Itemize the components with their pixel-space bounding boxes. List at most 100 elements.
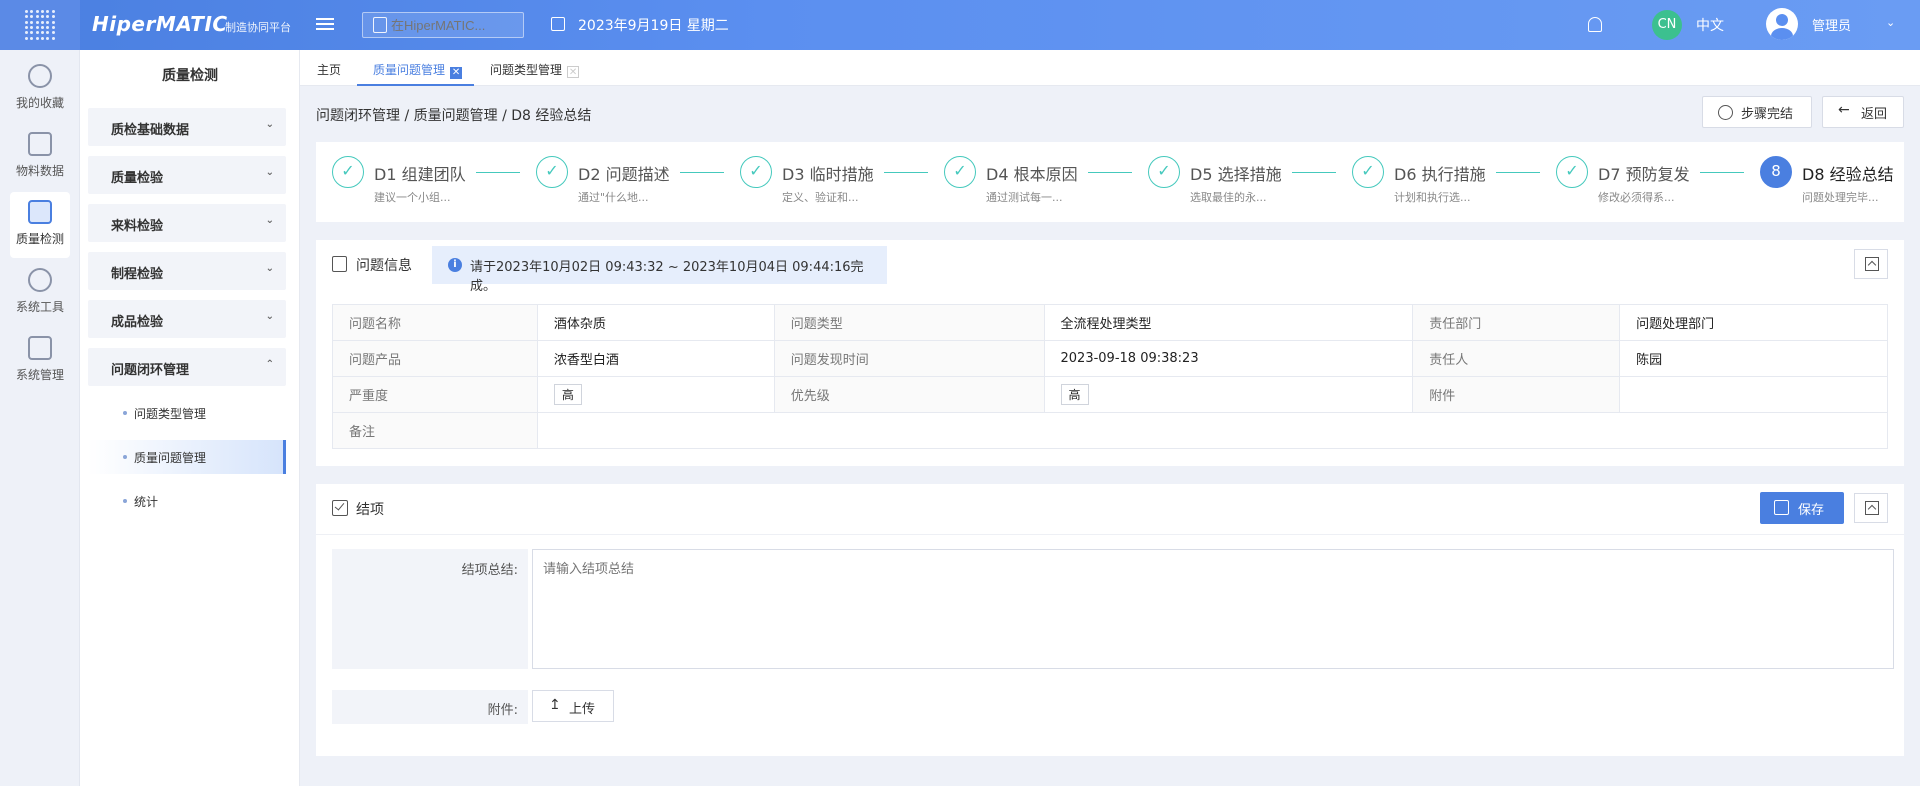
upload-button[interactable]: ↥ 上传	[532, 690, 614, 722]
step-complete-button[interactable]: 步骤完结	[1702, 96, 1812, 128]
sidebar: 质量检测 质检基础数据 ⌄ 质量检验 ⌄ 来料检验 ⌄ 制程检验 ⌄ 成品检验 ⌄ 问题闭…	[80, 50, 300, 786]
step-connector	[1700, 172, 1744, 173]
field-value	[536, 412, 1889, 449]
sidebar-group-process-inspection[interactable]: 制程检验 ⌄	[88, 252, 286, 290]
document-icon	[332, 256, 347, 272]
app-grid-icon[interactable]	[0, 0, 80, 50]
table-row: 备注	[332, 412, 1889, 449]
sidebar-group-issue-loop[interactable]: 问题闭环管理 ⌃	[88, 348, 286, 386]
save-button[interactable]: 保存	[1760, 492, 1844, 524]
table-row: 问题产品 浓香型白酒 问题发现时间 2023-09-18 09:38:23 责任…	[332, 340, 1888, 377]
chevron-up-icon	[1865, 501, 1879, 515]
field-label: 责任人	[1412, 340, 1621, 377]
closing-title: 结项	[356, 502, 384, 518]
language-badge[interactable]: CN	[1652, 10, 1682, 40]
field-value: 陈园	[1619, 340, 1888, 377]
summary-label: 结项总结:	[332, 549, 528, 669]
field-value: 全流程处理类型	[1043, 304, 1414, 341]
check-icon: ✓	[944, 156, 976, 188]
sidebar-group-product-inspection[interactable]: 成品检验 ⌄	[88, 300, 286, 338]
tab-home[interactable]: 主页	[317, 50, 341, 86]
back-button[interactable]: ← 返回	[1822, 96, 1904, 128]
field-label: 附件	[1412, 376, 1621, 413]
problem-info-title: 问题信息	[356, 258, 412, 274]
step-d1[interactable]: ✓ D1 组建团队 建议一个小组...	[332, 156, 532, 211]
collapse-button[interactable]	[1854, 249, 1888, 279]
check-icon: ✓	[1148, 156, 1180, 188]
step-d3[interactable]: ✓ D3 临时措施 定义、验证和...	[740, 156, 940, 211]
check-icon: ✓	[1352, 156, 1384, 188]
cube-icon	[28, 132, 52, 156]
priority-tag: 高	[1060, 384, 1089, 405]
steps-bar: ✓ D1 组建团队 建议一个小组... ✓ D2 问题描述 通过"什么地... …	[316, 142, 1904, 222]
field-value: 酒体杂质	[536, 304, 775, 341]
field-value: 2023-09-18 09:38:23	[1043, 340, 1414, 377]
rail-item-system-tools[interactable]: 系统工具	[10, 260, 70, 326]
chevron-up-icon	[1865, 257, 1879, 271]
network-icon	[28, 268, 52, 292]
chevron-down-icon: ⌄	[265, 167, 274, 178]
checkbox-icon	[332, 500, 348, 516]
field-label: 严重度	[332, 376, 538, 413]
icon-rail: 我的收藏 物料数据 质量检测 系统工具 系统管理	[0, 50, 80, 786]
field-value: 浓香型白酒	[536, 340, 775, 377]
user-name[interactable]: 管理员	[1812, 15, 1851, 34]
chevron-up-icon: ⌃	[265, 359, 274, 370]
chevron-down-icon[interactable]: ⌄	[1886, 16, 1895, 29]
sidebar-group-quality-inspection[interactable]: 质量检验 ⌄	[88, 156, 286, 194]
current-date: 2023年9月19日 星期二	[578, 18, 729, 34]
step-connector	[680, 172, 724, 173]
sidebar-item-issue-type[interactable]: 问题类型管理	[88, 396, 286, 430]
avatar[interactable]	[1766, 8, 1798, 40]
rail-item-favorites[interactable]: 我的收藏	[10, 56, 70, 122]
field-label: 备注	[332, 412, 538, 449]
step-d6[interactable]: ✓ D6 执行措施 计划和执行选...	[1352, 156, 1552, 211]
step-d8[interactable]: 8 D8 经验总结 问题处理完毕...	[1760, 156, 1900, 211]
sidebar-group-incoming-inspection[interactable]: 来料检验 ⌄	[88, 204, 286, 242]
star-icon	[28, 64, 52, 88]
menu-toggle-icon[interactable]	[316, 15, 334, 33]
play-circle-icon	[1718, 105, 1733, 120]
sidebar-group-qc-base-data[interactable]: 质检基础数据 ⌄	[88, 108, 286, 146]
step-d5[interactable]: ✓ D5 选择措施 选取最佳的永...	[1148, 156, 1348, 211]
step-d7[interactable]: ✓ D7 预防复发 修改必须得系...	[1556, 156, 1756, 211]
step-d4[interactable]: ✓ D4 根本原因 通过测试每一...	[944, 156, 1144, 211]
rail-item-quality-inspection[interactable]: 质量检测	[10, 192, 70, 258]
collapse-button[interactable]	[1854, 493, 1888, 523]
calendar-icon	[551, 17, 565, 31]
check-icon: ✓	[332, 156, 364, 188]
arrow-left-icon: ←	[1838, 102, 1850, 118]
table-row: 问题名称 酒体杂质 问题类型 全流程处理类型 责任部门 问题处理部门	[332, 304, 1888, 341]
check-icon: ✓	[1556, 156, 1588, 188]
brand-subtitle: 制造协同平台	[225, 21, 291, 34]
rail-item-material-data[interactable]: 物料数据	[10, 124, 70, 190]
rail-item-system-management[interactable]: 系统管理	[10, 328, 70, 394]
field-label: 问题名称	[332, 304, 538, 341]
search-input[interactable]	[362, 12, 524, 38]
shield-check-icon	[28, 200, 52, 224]
sidebar-item-statistics[interactable]: 统计	[88, 484, 286, 518]
brand-logo: HiperMATIC	[92, 12, 228, 36]
check-icon: ✓	[740, 156, 772, 188]
field-label: 优先级	[773, 376, 1045, 413]
tab-issue-type[interactable]: 问题类型管理 ✕	[490, 50, 580, 86]
step-number: 8	[1760, 156, 1792, 188]
step-connector	[1292, 172, 1336, 173]
tab-quality-issue[interactable]: 质量问题管理 ✕	[357, 50, 475, 86]
summary-textarea[interactable]	[532, 549, 1894, 669]
step-d2[interactable]: ✓ D2 问题描述 通过"什么地...	[536, 156, 736, 211]
step-connector	[884, 172, 928, 173]
field-value: 问题处理部门	[1619, 304, 1888, 341]
attachment-label: 附件:	[332, 690, 528, 724]
severity-tag: 高	[553, 384, 582, 405]
table-row: 严重度 高 优先级 高 附件	[332, 376, 1888, 413]
bell-icon[interactable]	[1588, 17, 1602, 32]
language-label[interactable]: 中文	[1696, 15, 1724, 35]
deadline-notice: i 请于2023年10月02日 09:43:32 ~ 2023年10月04日 0…	[432, 246, 887, 294]
sidebar-title: 质量检测	[162, 68, 218, 84]
sidebar-item-quality-issue[interactable]: 质量问题管理	[88, 440, 286, 474]
close-icon[interactable]: ✕	[450, 67, 463, 79]
chevron-down-icon: ⌄	[265, 215, 274, 226]
close-icon[interactable]: ✕	[567, 66, 580, 78]
chevron-down-icon: ⌄	[265, 263, 274, 274]
